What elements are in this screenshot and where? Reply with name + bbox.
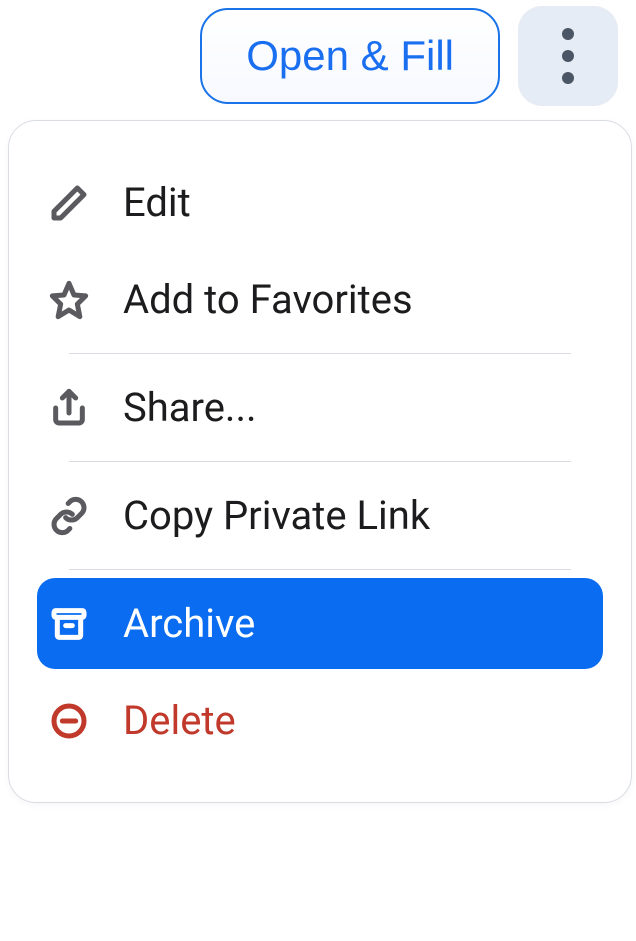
menu-item-archive[interactable]: Archive (37, 578, 603, 669)
link-icon (47, 494, 91, 538)
delete-icon (47, 699, 91, 743)
menu-item-label: Archive (123, 600, 255, 647)
menu-item-label: Copy Private Link (123, 492, 430, 539)
menu-item-share[interactable]: Share... (9, 362, 631, 453)
divider (69, 569, 571, 570)
menu-item-label: Delete (123, 697, 236, 744)
more-icon (562, 28, 574, 40)
menu-item-label: Edit (123, 179, 191, 226)
menu-item-delete[interactable]: Delete (9, 675, 631, 766)
pencil-icon (47, 181, 91, 225)
menu-item-label: Add to Favorites (123, 276, 413, 323)
star-icon (47, 278, 91, 322)
toolbar: Open & Fill (0, 0, 636, 106)
archive-icon (47, 602, 91, 646)
menu-item-copy-link[interactable]: Copy Private Link (9, 470, 631, 561)
share-icon (47, 386, 91, 430)
divider (69, 461, 571, 462)
menu-item-edit[interactable]: Edit (9, 157, 631, 248)
more-options-button[interactable] (518, 6, 618, 106)
dropdown-menu: Edit Add to Favorites Share... Copy Priv… (8, 120, 632, 803)
divider (69, 353, 571, 354)
open-and-fill-button[interactable]: Open & Fill (200, 8, 500, 104)
menu-item-favorites[interactable]: Add to Favorites (9, 254, 631, 345)
menu-item-label: Share... (123, 384, 257, 431)
